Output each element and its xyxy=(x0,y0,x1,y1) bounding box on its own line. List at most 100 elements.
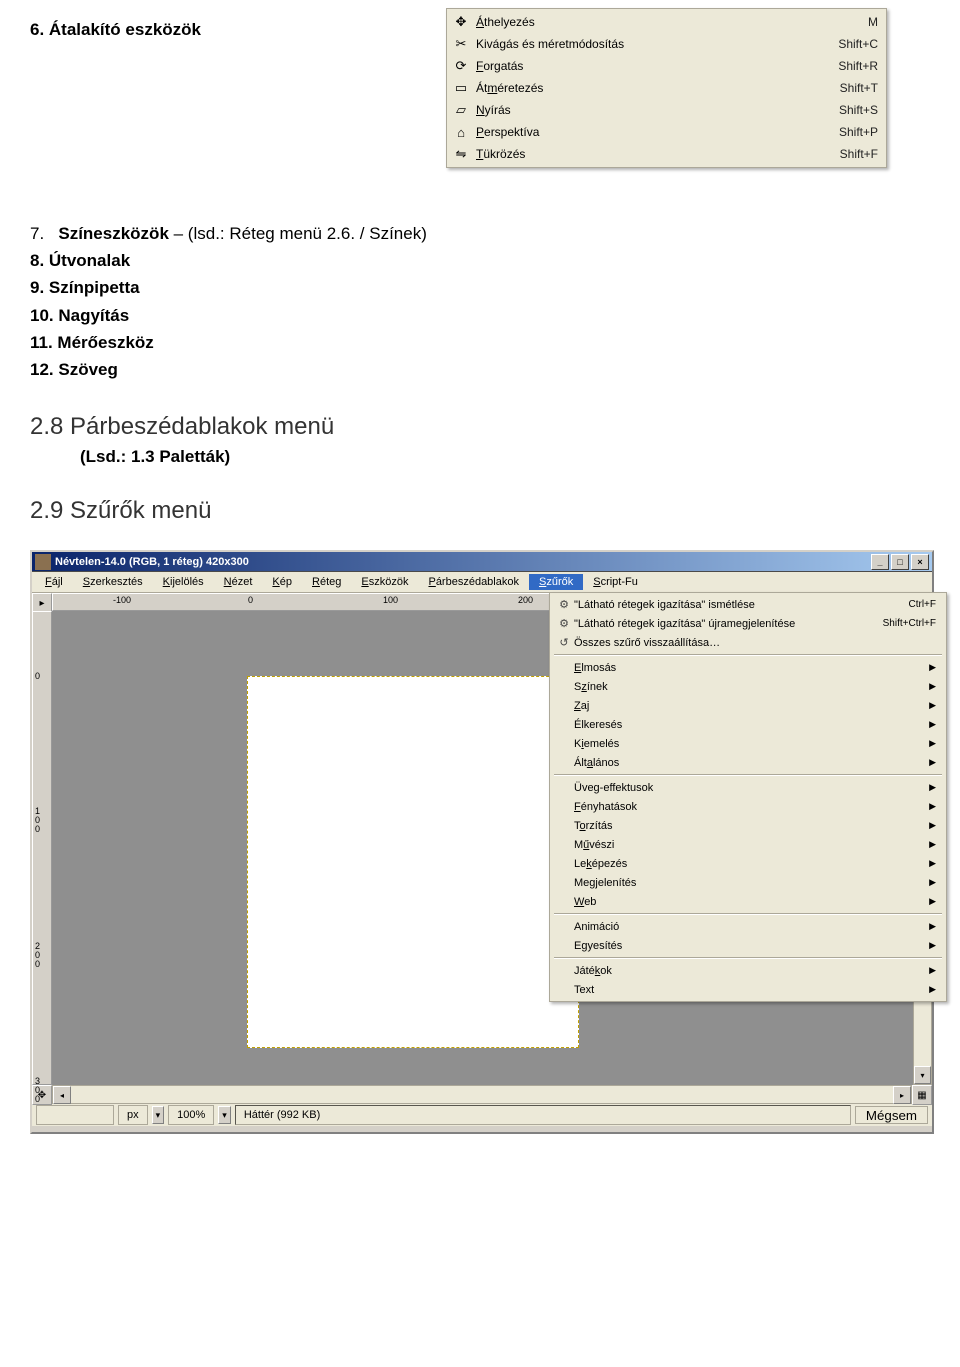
filters-menu-item[interactable]: Élkeresés▶ xyxy=(550,715,946,734)
section-heading-28: 2.8 Párbeszédablakok menü xyxy=(30,413,930,441)
submenu-spacer xyxy=(554,755,574,771)
app-icon xyxy=(35,554,51,570)
ruler-v-label: 200 xyxy=(35,942,40,969)
filters-menu-item[interactable]: Zaj▶ xyxy=(550,696,946,715)
filters-menu-item[interactable]: Web▶ xyxy=(550,892,946,911)
tool-shortcut: Shift+C xyxy=(838,37,878,51)
filters-menu-item[interactable]: Egyesítés▶ xyxy=(550,936,946,955)
zoom-dropdown-icon[interactable]: ▾ xyxy=(218,1106,231,1124)
maximize-button[interactable]: □ xyxy=(891,554,909,570)
submenu-spacer xyxy=(554,780,574,796)
filters-menu-item[interactable]: Kiemelés▶ xyxy=(550,734,946,753)
filter-label: "Látható rétegek igazítása" újramegjelen… xyxy=(574,618,883,630)
filters-menu-item[interactable]: Üveg-effektusok▶ xyxy=(550,778,946,797)
list-line-12: 12. Szöveg xyxy=(30,356,930,383)
menubar-item[interactable]: Szűrők xyxy=(529,574,583,590)
filters-menu-item[interactable]: Megjelenítés▶ xyxy=(550,873,946,892)
scroll-left-icon[interactable]: ◂ xyxy=(53,1086,71,1104)
scroll-right-icon[interactable]: ▸ xyxy=(893,1086,911,1104)
submenu-arrow-icon: ▶ xyxy=(929,757,936,768)
ruler-h-label: -100 xyxy=(113,595,131,605)
filters-menu-item[interactable]: Torzítás▶ xyxy=(550,816,946,835)
tool-label: Áthelyezés xyxy=(476,15,868,29)
filters-menu-item[interactable]: ⚙"Látható rétegek igazítása" újramegjele… xyxy=(550,614,946,633)
menubar-item[interactable]: Párbeszédablakok xyxy=(418,574,529,590)
status-zoom[interactable]: 100% xyxy=(168,1105,214,1125)
filter-label: Leképezés xyxy=(574,858,929,870)
list-line-11: 11. Mérőeszköz xyxy=(30,329,930,356)
submenu-spacer xyxy=(554,982,574,998)
menubar-item[interactable]: Kijelölés xyxy=(153,574,214,590)
filters-menu-item[interactable]: Játékok▶ xyxy=(550,961,946,980)
submenu-spacer xyxy=(554,856,574,872)
menubar-item[interactable]: Fájl xyxy=(35,574,73,590)
tool-label: Tükrözés xyxy=(476,147,840,161)
filter-label: Egyesítés xyxy=(574,940,929,952)
submenu-arrow-icon: ▶ xyxy=(929,738,936,749)
tools-menu-item[interactable]: ▭ÁtméretezésShift+T xyxy=(449,77,884,99)
submenu-spacer xyxy=(554,963,574,979)
filters-menu-item[interactable]: ⚙"Látható rétegek igazítása" ismétléseCt… xyxy=(550,595,946,614)
tool-icon: ▭ xyxy=(451,80,471,96)
submenu-arrow-icon: ▶ xyxy=(929,921,936,932)
submenu-arrow-icon: ▶ xyxy=(929,719,936,730)
tools-menu-item[interactable]: ✂Kivágás és méretmódosításShift+C xyxy=(449,33,884,55)
submenu-arrow-icon: ▶ xyxy=(929,896,936,907)
filters-menu-item[interactable]: Elmosás▶ xyxy=(550,658,946,677)
tools-menu-item[interactable]: ✥ÁthelyezésM xyxy=(449,11,884,33)
bottom-scroll-row: ✥ ◂ ▸ ▦ xyxy=(32,1085,932,1103)
scrollbar-horizontal[interactable]: ◂ ▸ xyxy=(52,1085,912,1104)
minimize-button[interactable]: _ xyxy=(871,554,889,570)
tools-menu-item[interactable]: ⟳ForgatásShift+R xyxy=(449,55,884,77)
status-layer: Háttér (992 KB) xyxy=(235,1105,851,1125)
filter-label: Fényhatások xyxy=(574,801,929,813)
filters-menu-item[interactable]: ↺Összes szűrő visszaállítása… xyxy=(550,633,946,652)
list-line-8: 8. Útvonalak xyxy=(30,247,930,274)
close-button[interactable]: × xyxy=(911,554,929,570)
ruler-corner[interactable]: ▸ xyxy=(32,593,52,613)
canvas[interactable] xyxy=(247,676,579,1048)
tool-shortcut: Shift+P xyxy=(839,125,878,139)
filters-menu-item[interactable]: Színek▶ xyxy=(550,677,946,696)
ruler-v-label: 300 xyxy=(35,1077,40,1104)
menubar: FájlSzerkesztésKijelölésNézetKépRétegEsz… xyxy=(32,572,932,593)
scroll-h-track[interactable] xyxy=(71,1086,893,1103)
menubar-item[interactable]: Nézet xyxy=(214,574,263,590)
filter-label: Művészi xyxy=(574,839,929,851)
filter-label: Üveg-effektusok xyxy=(574,782,929,794)
zoom-preview-icon[interactable]: ▦ xyxy=(912,1085,932,1105)
scroll-down-icon[interactable]: ▾ xyxy=(914,1066,931,1084)
image-window: Névtelen-14.0 (RGB, 1 réteg) 420x300 _ □… xyxy=(30,550,934,1134)
menubar-item[interactable]: Szerkesztés xyxy=(73,574,153,590)
filters-menu-item[interactable]: Text▶ xyxy=(550,980,946,999)
submenu-arrow-icon: ▶ xyxy=(929,801,936,812)
menubar-item[interactable]: Eszközök xyxy=(351,574,418,590)
menubar-item[interactable]: Réteg xyxy=(302,574,351,590)
ruler-v-label: 0 xyxy=(35,672,40,681)
tools-menu-item[interactable]: ⇋TükrözésShift+F xyxy=(449,143,884,165)
submenu-arrow-icon: ▶ xyxy=(929,662,936,673)
menubar-item[interactable]: Script-Fu xyxy=(583,574,648,590)
menubar-item[interactable]: Kép xyxy=(262,574,302,590)
unit-dropdown-icon[interactable]: ▾ xyxy=(152,1106,165,1124)
submenu-arrow-icon: ▶ xyxy=(929,984,936,995)
filters-menu-item[interactable]: Általános▶ xyxy=(550,753,946,772)
ruler-v-label: 100 xyxy=(35,807,40,834)
ruler-vertical[interactable]: 0100200300 xyxy=(32,611,52,1085)
filters-dropdown-menu: ⚙"Látható rétegek igazítása" ismétléseCt… xyxy=(549,592,947,1002)
submenu-spacer xyxy=(554,698,574,714)
tools-context-menu: ✥ÁthelyezésM✂Kivágás és méretmódosításSh… xyxy=(446,8,887,168)
cancel-button[interactable]: Mégsem xyxy=(855,1106,928,1124)
tool-label: Átméretezés xyxy=(476,81,840,95)
tools-menu-item[interactable]: ▱NyírásShift+S xyxy=(449,99,884,121)
tools-menu-item[interactable]: ⌂PerspektívaShift+P xyxy=(449,121,884,143)
submenu-arrow-icon: ▶ xyxy=(929,965,936,976)
filters-menu-item[interactable]: Leképezés▶ xyxy=(550,854,946,873)
filters-menu-item[interactable]: Animáció▶ xyxy=(550,917,946,936)
list-line-9: 9. Színpipetta xyxy=(30,274,930,301)
filter-label: Torzítás xyxy=(574,820,929,832)
status-unit-select[interactable]: px xyxy=(118,1105,148,1125)
tool-icon: ▱ xyxy=(451,102,471,118)
filters-menu-item[interactable]: Művészi▶ xyxy=(550,835,946,854)
filters-menu-item[interactable]: Fényhatások▶ xyxy=(550,797,946,816)
